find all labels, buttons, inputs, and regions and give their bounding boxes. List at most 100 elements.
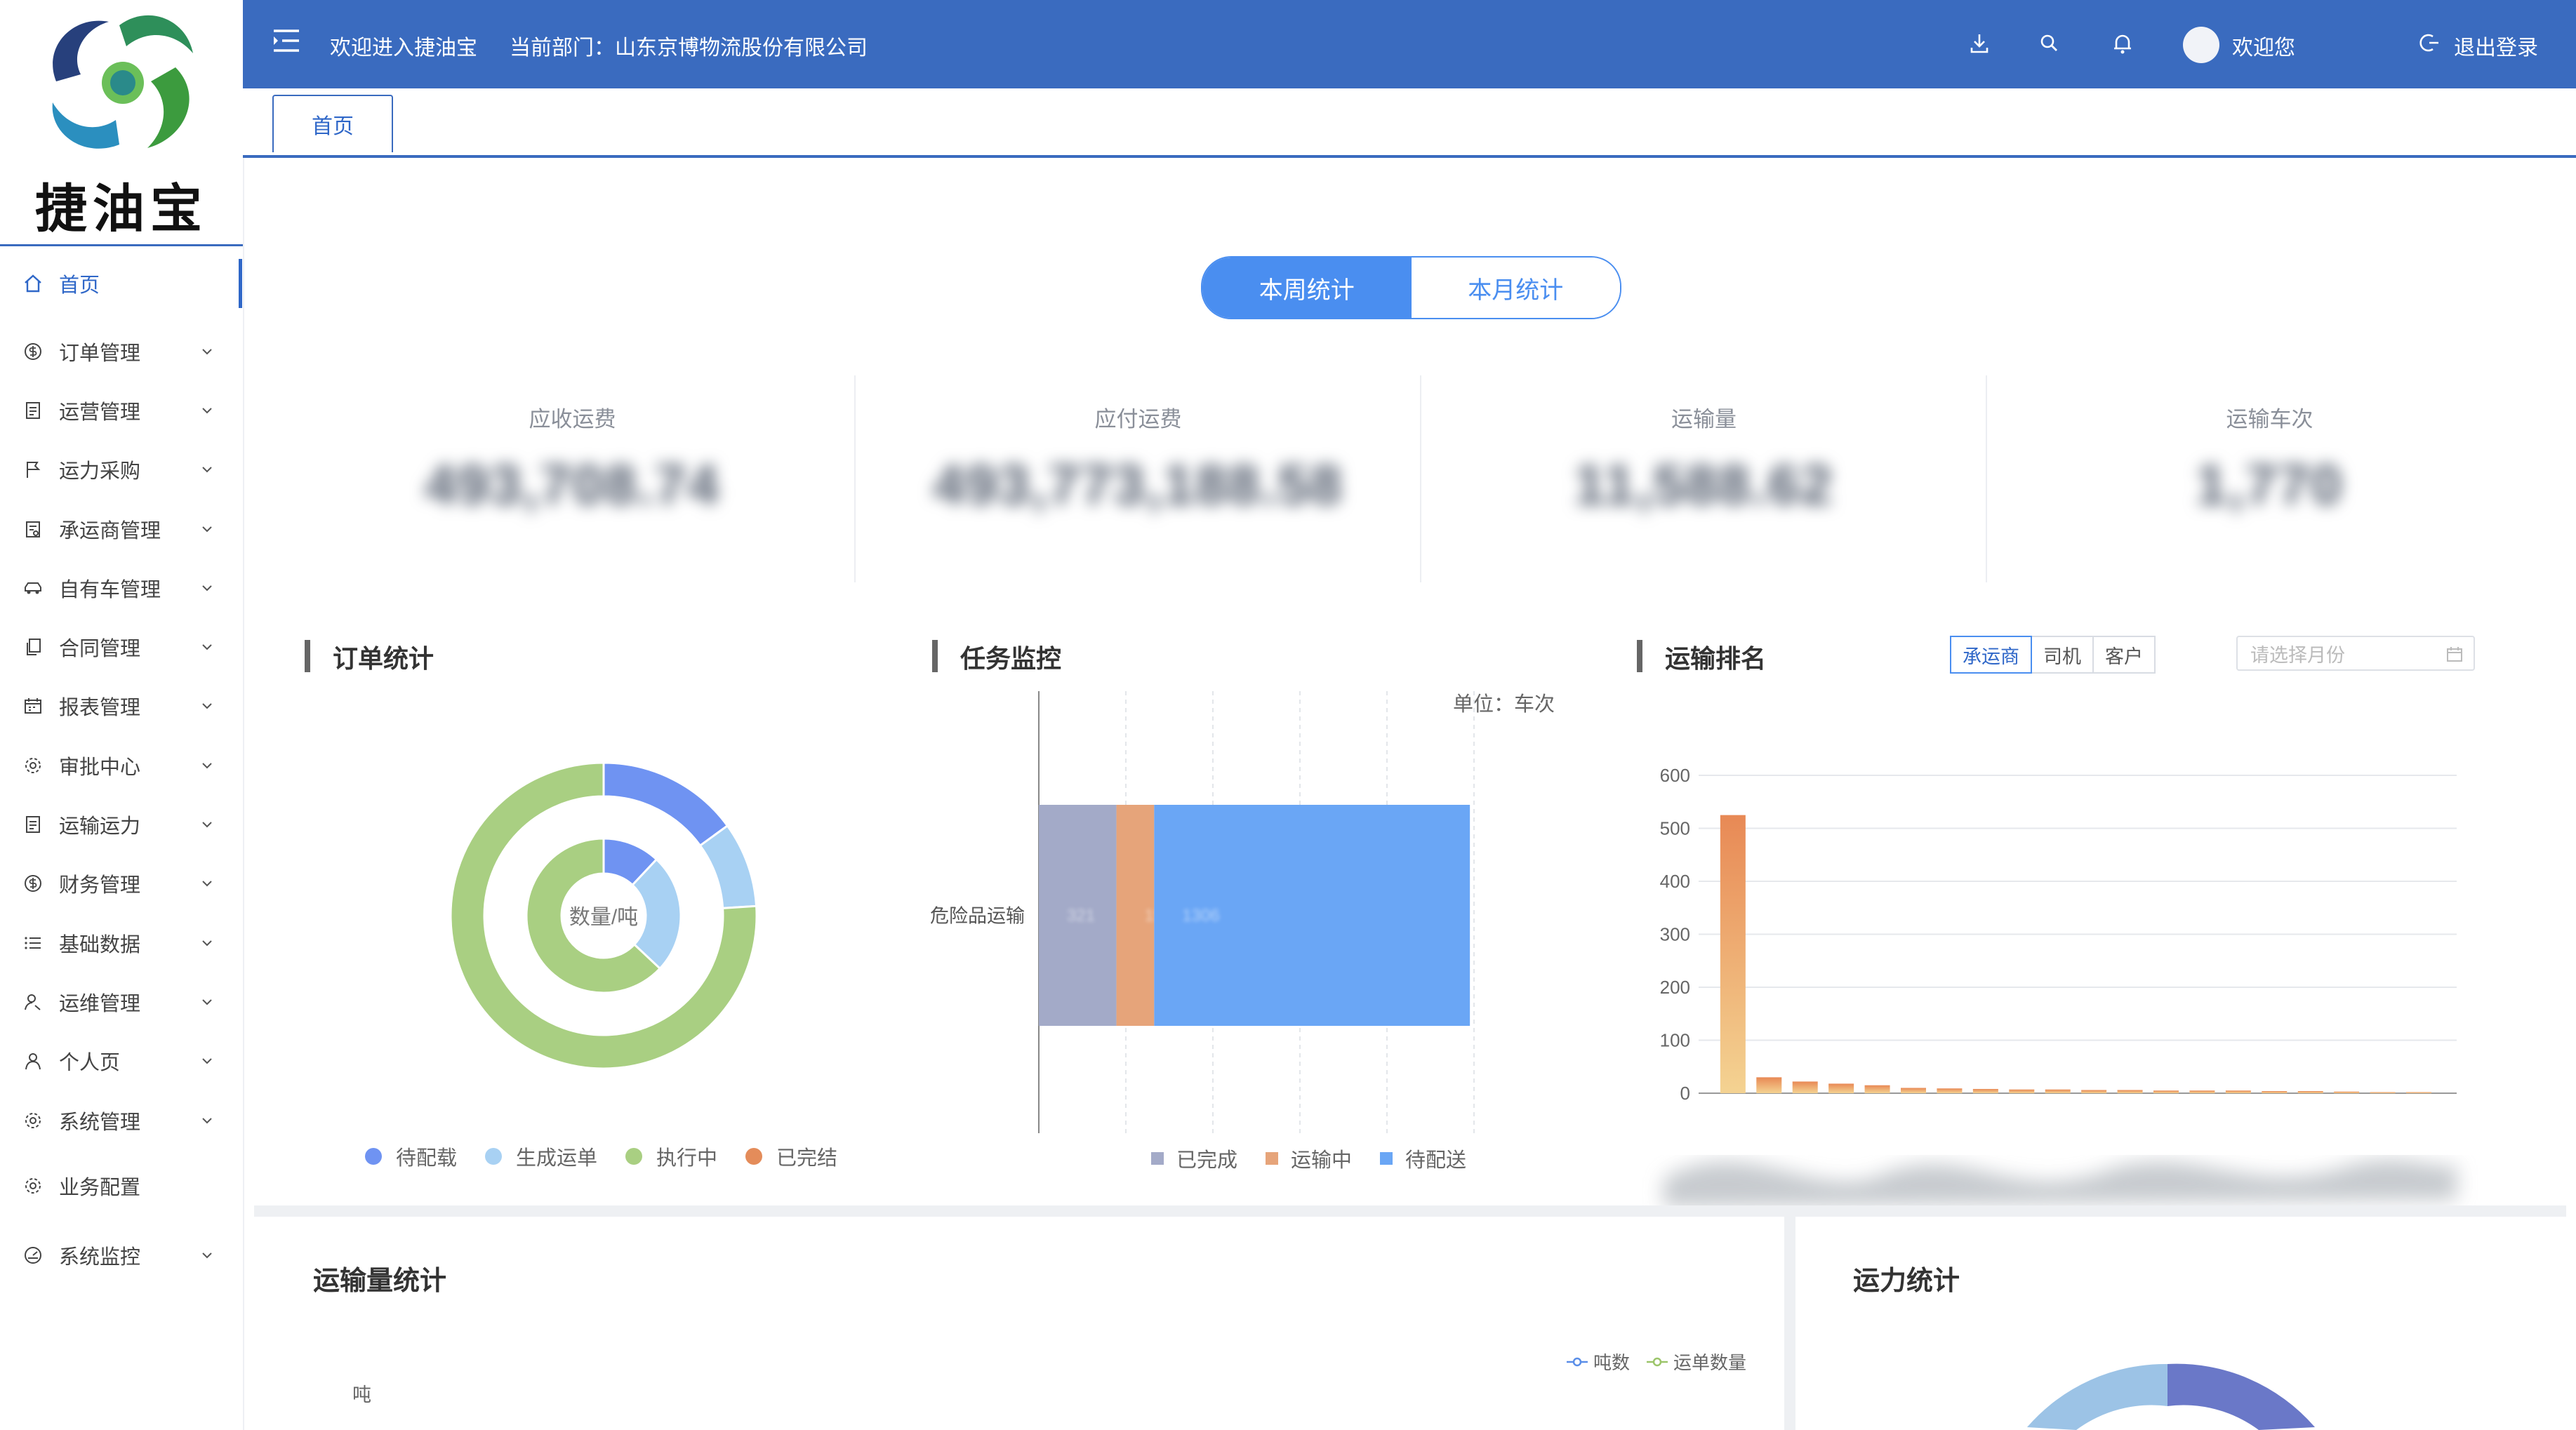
legend-swatch — [625, 1148, 643, 1165]
ranking-bar[interactable] — [1720, 815, 1746, 1093]
ranking-bar[interactable] — [2189, 1090, 2215, 1093]
ranking-bar[interactable] — [2009, 1089, 2035, 1093]
ranking-bar[interactable] — [1828, 1083, 1854, 1093]
menu-toggle-icon[interactable] — [271, 27, 302, 55]
week-stats-button[interactable]: 本周统计 — [1202, 258, 1412, 318]
download-icon[interactable] — [1967, 31, 1992, 56]
clipboard-icon — [21, 517, 45, 541]
sidebar-item-label: 合同管理 — [59, 638, 141, 660]
sidebar-item-capacity-purchase[interactable]: 运力采购 — [0, 445, 239, 494]
user-greeting[interactable]: 欢迎您 — [2232, 30, 2295, 61]
chevron-down-icon — [202, 703, 212, 709]
sidebar-item-label: 业务配置 — [59, 1177, 141, 1199]
ranking-bar[interactable] — [2153, 1090, 2179, 1093]
sidebar-item-transport-capacity[interactable]: 运输运力 — [0, 800, 239, 849]
legend-label: 吨数 — [1593, 1352, 1631, 1373]
legend-item[interactable]: 待配载 — [365, 1142, 457, 1171]
sidebar-item-orders[interactable]: 订单管理 — [0, 327, 239, 376]
sidebar-item-carriers[interactable]: 承运商管理 — [0, 504, 239, 554]
legend-item[interactable]: 运单数量 — [1647, 1349, 1746, 1375]
sidebar-item-reports[interactable]: 报表管理 — [0, 681, 239, 730]
logo-icon — [52, 15, 193, 149]
sidebar-item-operations[interactable]: 运营管理 — [0, 386, 239, 435]
tab-carrier[interactable]: 承运商 — [1950, 636, 2032, 674]
sidebar-item-approval[interactable]: 审批中心 — [0, 741, 239, 790]
kpi-value: 493,773,188.58 — [933, 453, 1343, 516]
month-stats-button[interactable]: 本月统计 — [1411, 258, 1620, 318]
legend-item[interactable]: 已完成 — [1151, 1144, 1237, 1173]
ranking-bar[interactable] — [1937, 1088, 1963, 1093]
ranking-bar[interactable] — [2117, 1090, 2143, 1093]
legend-swatch — [745, 1148, 763, 1165]
sidebar-item-ops-maintenance[interactable]: 运维管理 — [0, 977, 239, 1027]
kpi-volume: 运输量 11,588.62 — [1421, 375, 1986, 582]
legend-item[interactable]: 运输中 — [1266, 1144, 1352, 1173]
chevron-down-icon — [202, 763, 212, 769]
sidebar-item-label: 运营管理 — [59, 401, 141, 424]
tab-customer[interactable]: 客户 — [2092, 636, 2156, 674]
gear-icon — [21, 1174, 45, 1198]
ranking-bar[interactable] — [2081, 1090, 2107, 1093]
department-label: 当前部门：山东京博物流股份有限公司 — [510, 36, 868, 60]
ranking-bar[interactable] — [2262, 1090, 2288, 1093]
ranking-bar[interactable] — [1756, 1077, 1782, 1093]
sidebar-item-label: 自有车管理 — [59, 579, 161, 601]
sidebar-item-system[interactable]: 系统管理 — [0, 1096, 239, 1145]
ranking-bar[interactable] — [1972, 1088, 1998, 1093]
legend-swatch — [1151, 1152, 1164, 1165]
sidebar-item-label: 系统监控 — [59, 1246, 141, 1269]
sidebar-item-profile[interactable]: 个人页 — [0, 1036, 239, 1085]
flag-icon — [21, 457, 45, 481]
document-icon — [21, 399, 45, 422]
home-icon — [21, 272, 45, 295]
legend-swatch — [365, 1148, 382, 1165]
logout-icon[interactable] — [2419, 32, 2440, 53]
tab-driver[interactable]: 司机 — [2031, 636, 2094, 674]
sidebar-item-contracts[interactable]: 合同管理 — [0, 622, 239, 671]
y-tick-label: 100 — [1660, 1030, 1690, 1051]
legend-label: 生成运单 — [516, 1147, 598, 1170]
user-wrench-icon — [21, 990, 45, 1014]
ranking-bar[interactable] — [2370, 1092, 2396, 1093]
legend-swatch — [1266, 1152, 1279, 1165]
donut-slice-outer[interactable] — [602, 761, 729, 848]
ranking-bar[interactable] — [1864, 1085, 1890, 1093]
ranking-bar[interactable] — [2406, 1092, 2431, 1093]
legend-item[interactable]: 生成运单 — [485, 1142, 597, 1171]
tab-home[interactable]: 首页 — [272, 95, 393, 152]
ranking-bar[interactable] — [1901, 1088, 1926, 1093]
sidebar-item-label: 运输运力 — [59, 815, 141, 838]
logout-button[interactable]: 退出登录 — [2454, 30, 2538, 61]
capacity-donut-partial — [2027, 1363, 2315, 1430]
sidebar-item-monitoring[interactable]: 系统监控 — [0, 1231, 239, 1280]
order-stats-legend: 待配载 生成运单 执行中 已完结 — [365, 1142, 865, 1171]
ranking-bar[interactable] — [2045, 1089, 2071, 1093]
ranking-bar[interactable] — [2225, 1090, 2251, 1093]
chevron-down-icon — [202, 1118, 212, 1124]
search-icon[interactable] — [2037, 31, 2062, 56]
ranking-bar[interactable] — [1792, 1081, 1818, 1093]
sidebar-item-home[interactable]: 首页 — [0, 259, 242, 308]
sidebar-item-label: 个人页 — [59, 1052, 121, 1074]
welcome-text: 欢迎进入捷油宝 — [330, 36, 477, 60]
month-picker[interactable]: 请选择月份 — [2236, 636, 2475, 671]
sidebar-item-business-config[interactable]: 业务配置 — [0, 1161, 239, 1210]
sidebar-item-finance[interactable]: 财务管理 — [0, 859, 239, 908]
legend-item[interactable]: 执行中 — [625, 1142, 717, 1171]
chevron-down-icon — [202, 822, 212, 828]
sidebar-item-label: 运力采购 — [59, 460, 141, 483]
sidebar: 捷油宝 首页 订单管理 运营管理 运力采购 承运商管理 自有车管理 合同管理 报… — [0, 0, 244, 1430]
capacity-title: 运力统计 — [1853, 1267, 1960, 1296]
sidebar-item-own-vehicles[interactable]: 自有车管理 — [0, 563, 239, 613]
gear-icon — [21, 1109, 45, 1132]
legend-item[interactable]: 待配送 — [1380, 1144, 1466, 1173]
bell-icon[interactable] — [2110, 31, 2135, 56]
sidebar-item-base-data[interactable]: 基础数据 — [0, 918, 239, 968]
ranking-bar[interactable] — [2334, 1091, 2360, 1093]
legend-item[interactable]: 已完结 — [745, 1142, 837, 1171]
avatar[interactable] — [2183, 27, 2219, 63]
section-divider — [254, 1205, 2566, 1217]
ranking-bar[interactable] — [2297, 1090, 2323, 1093]
legend-item[interactable]: 吨数 — [1567, 1349, 1630, 1375]
car-icon — [21, 576, 45, 600]
